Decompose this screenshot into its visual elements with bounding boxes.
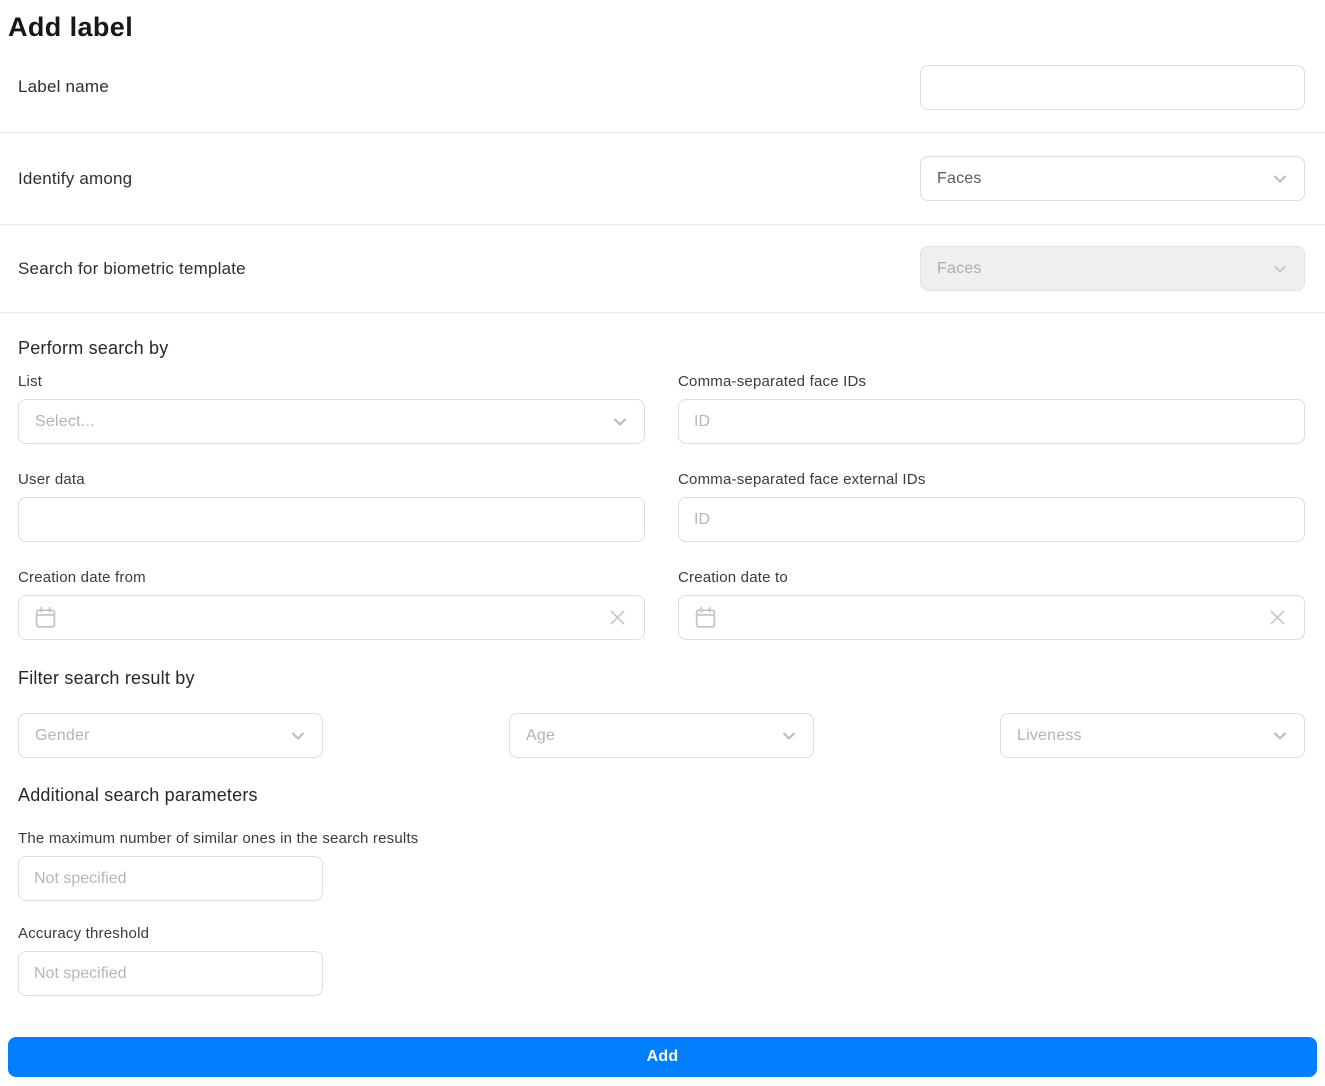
accuracy-threshold-input[interactable] bbox=[18, 951, 323, 996]
label-name-label: Label name bbox=[18, 77, 109, 97]
chevron-down-icon bbox=[1270, 169, 1290, 189]
creation-date-from-label: Creation date from bbox=[18, 569, 645, 586]
field-user-data: User data bbox=[18, 471, 645, 542]
chevron-down-icon bbox=[779, 726, 799, 746]
identify-among-select[interactable]: Faces bbox=[920, 156, 1305, 201]
filter-heading: Filter search result by bbox=[18, 640, 1305, 687]
add-button[interactable]: Add bbox=[8, 1037, 1317, 1077]
liveness-select[interactable]: Liveness bbox=[1000, 713, 1305, 758]
list-select-placeholder: Select... bbox=[35, 413, 95, 431]
gender-placeholder: Gender bbox=[35, 727, 90, 745]
face-ids-label: Comma-separated face IDs bbox=[678, 373, 1305, 390]
row-identify-among: Identify among Faces bbox=[0, 133, 1325, 225]
field-creation-date-to: Creation date to bbox=[678, 569, 1305, 640]
age-select[interactable]: Age bbox=[509, 713, 814, 758]
max-similar-input[interactable] bbox=[18, 856, 323, 901]
list-label: List bbox=[18, 373, 645, 390]
field-face-external-ids: Comma-separated face external IDs bbox=[678, 471, 1305, 542]
page-title: Add label bbox=[0, 0, 1325, 42]
list-select[interactable]: Select... bbox=[18, 399, 645, 444]
clear-icon[interactable] bbox=[1267, 607, 1288, 628]
chevron-down-icon bbox=[1270, 259, 1290, 279]
accuracy-threshold-label: Accuracy threshold bbox=[18, 925, 1305, 942]
gender-select[interactable]: Gender bbox=[18, 713, 323, 758]
field-creation-date-from: Creation date from bbox=[18, 569, 645, 640]
row-biometric-template: Search for biometric template Faces bbox=[0, 225, 1325, 313]
face-external-ids-input[interactable] bbox=[678, 497, 1305, 542]
calendar-icon bbox=[33, 605, 58, 630]
identify-among-label: Identify among bbox=[18, 169, 132, 189]
face-external-ids-label: Comma-separated face external IDs bbox=[678, 471, 1305, 488]
face-ids-input[interactable] bbox=[678, 399, 1305, 444]
biometric-template-label: Search for biometric template bbox=[18, 259, 246, 279]
chevron-down-icon bbox=[288, 726, 308, 746]
creation-date-to-label: Creation date to bbox=[678, 569, 1305, 586]
user-data-input[interactable] bbox=[18, 497, 645, 542]
filter-row: Gender Age Liveness bbox=[18, 713, 1305, 758]
perform-search-heading: Perform search by bbox=[18, 313, 1305, 346]
biometric-template-value: Faces bbox=[937, 260, 982, 278]
biometric-template-select: Faces bbox=[920, 246, 1305, 291]
identify-among-value: Faces bbox=[937, 170, 982, 188]
age-placeholder: Age bbox=[526, 727, 555, 745]
field-face-ids: Comma-separated face IDs bbox=[678, 373, 1305, 444]
field-list: List Select... bbox=[18, 373, 645, 444]
row-label-name: Label name bbox=[0, 42, 1325, 133]
max-similar-label: The maximum number of similar ones in th… bbox=[18, 830, 1305, 847]
liveness-placeholder: Liveness bbox=[1017, 727, 1082, 745]
label-name-input[interactable] bbox=[920, 65, 1305, 110]
field-accuracy-threshold: Accuracy threshold bbox=[18, 925, 1305, 996]
chevron-down-icon bbox=[610, 412, 630, 432]
clear-icon[interactable] bbox=[607, 607, 628, 628]
additional-params-heading: Additional search parameters bbox=[18, 758, 1305, 804]
creation-date-from-input[interactable] bbox=[18, 595, 645, 640]
user-data-label: User data bbox=[18, 471, 645, 488]
chevron-down-icon bbox=[1270, 726, 1290, 746]
field-max-similar: The maximum number of similar ones in th… bbox=[18, 830, 1305, 901]
calendar-icon bbox=[693, 605, 718, 630]
creation-date-to-input[interactable] bbox=[678, 595, 1305, 640]
